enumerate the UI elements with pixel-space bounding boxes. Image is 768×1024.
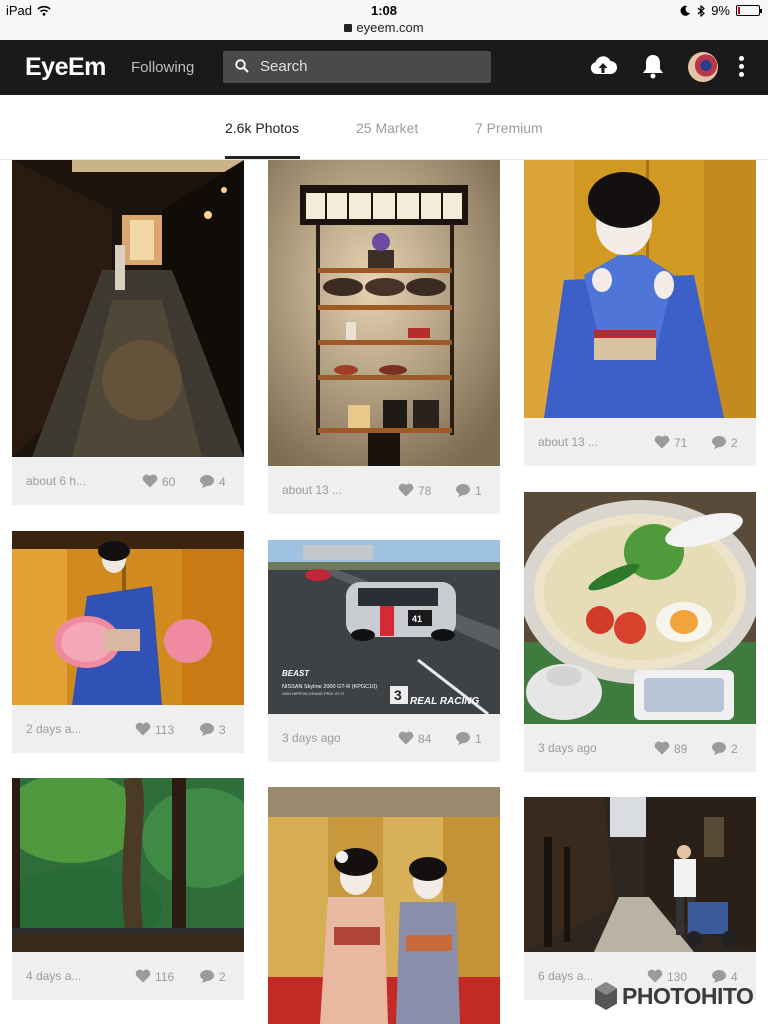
photo-street-rickshaw[interactable] [524, 797, 756, 952]
lock-icon [344, 24, 353, 32]
racing-brand: BEAST [282, 669, 310, 678]
heart-icon[interactable] [654, 435, 670, 449]
photo-time: about 13 ... [538, 435, 599, 449]
search-placeholder: Search [260, 58, 308, 75]
photo-meta: about 13 ... 78 1 [268, 466, 500, 514]
racing-car-sub: 1964 NIPPON GRAND PRIX GT-R [282, 691, 344, 696]
photo-time: 6 days a... [538, 969, 594, 983]
svg-text:3: 3 [394, 687, 402, 703]
svg-text:41: 41 [412, 614, 422, 624]
photo-time: 4 days a... [26, 969, 82, 983]
active-tab-indicator [225, 156, 300, 159]
battery-percent: 9% [711, 3, 730, 18]
photo-geisha-gold[interactable] [524, 160, 756, 418]
heart-icon[interactable] [654, 741, 670, 755]
comment-icon[interactable] [455, 483, 471, 497]
url-text: eyeem.com [356, 20, 424, 35]
comment-count: 2 [731, 436, 738, 450]
photo-time: about 6 h... [26, 474, 87, 488]
photohito-watermark: PHOTOHITO [594, 978, 754, 1014]
bluetooth-icon [697, 4, 706, 17]
photo-meta: 3 days ago 89 2 [524, 724, 756, 772]
photo-garden-window[interactable] [12, 778, 244, 952]
url-bar[interactable]: eyeem.com [0, 20, 768, 35]
status-right: 9% [680, 3, 762, 18]
like-count: 60 [162, 475, 176, 489]
photo-meta: 2 days a... 113 3 [12, 705, 244, 753]
comment-icon[interactable] [455, 731, 471, 745]
heart-icon[interactable] [135, 969, 151, 983]
like-count: 113 [155, 723, 175, 737]
ios-status-bar: iPad 1:08 9% eyeem.com [0, 0, 768, 40]
photo-meta: 3 days ago 84 1 [268, 714, 500, 762]
comment-icon[interactable] [711, 741, 727, 755]
photo-meta: 4 days a... 116 2 [12, 952, 244, 1000]
like-count: 78 [418, 484, 432, 498]
moon-icon [680, 5, 691, 16]
photo-time: 2 days a... [26, 722, 82, 736]
photo-time: 3 days ago [538, 741, 597, 755]
comment-count: 2 [731, 742, 738, 756]
comment-icon[interactable] [199, 474, 215, 488]
racing-logo: REAL RACING [410, 696, 479, 707]
photo-maiko-pair[interactable] [268, 787, 500, 1024]
racing-car-name: NISSAN Skyline 2000 GT-R (KPGC10) [282, 684, 377, 690]
photo-meta: about 13 ... 71 2 [524, 418, 756, 466]
comment-count: 4 [219, 475, 226, 489]
following-link[interactable]: Following [131, 59, 194, 76]
tab-photos[interactable]: 2.6k Photos [225, 120, 299, 136]
upload-cloud-icon[interactable] [589, 54, 617, 78]
bell-icon[interactable] [641, 53, 665, 79]
more-vertical-icon[interactable] [734, 56, 748, 80]
like-count: 71 [674, 436, 688, 450]
heart-icon[interactable] [135, 722, 151, 736]
comment-count: 3 [219, 723, 226, 737]
photo-meta: about 6 h... 60 4 [12, 457, 244, 505]
photo-racing-game[interactable]: 41 BEAST NISSAN Skyline 2000 GT-R (KPGC1… [268, 540, 500, 714]
search-input[interactable]: Search [223, 51, 491, 83]
profile-tabs: 2.6k Photos 25 Market 7 Premium [0, 95, 768, 160]
comment-count: 2 [219, 970, 226, 984]
photo-shelf-display[interactable] [268, 160, 500, 466]
tab-market[interactable]: 25 Market [356, 120, 418, 136]
heart-icon[interactable] [398, 483, 414, 497]
photo-time: 3 days ago [282, 731, 341, 745]
like-count: 84 [418, 732, 432, 746]
photo-time: about 13 ... [282, 483, 343, 497]
like-count: 116 [155, 970, 175, 984]
avatar[interactable] [688, 52, 718, 82]
search-icon [235, 59, 249, 73]
battery-icon [736, 5, 762, 16]
photo-dancer-umbrellas[interactable] [12, 531, 244, 705]
tab-premium[interactable]: 7 Premium [475, 120, 543, 136]
comment-icon[interactable] [199, 969, 215, 983]
heart-icon[interactable] [398, 731, 414, 745]
app-header: EyeEm Following Search [0, 40, 768, 95]
comment-count: 1 [475, 732, 482, 746]
comment-count: 1 [475, 484, 482, 498]
comment-icon[interactable] [199, 722, 215, 736]
photohito-hexagon-icon [595, 982, 617, 1010]
photo-ramen-bowl[interactable] [524, 492, 756, 724]
comment-icon[interactable] [711, 435, 727, 449]
watermark-text: PHOTOHITO [622, 982, 754, 1009]
heart-icon[interactable] [142, 474, 158, 488]
eyeem-logo[interactable]: EyeEm [25, 53, 106, 82]
like-count: 89 [674, 742, 688, 756]
photo-alley-night[interactable] [12, 160, 244, 457]
status-time: 1:08 [370, 3, 398, 18]
